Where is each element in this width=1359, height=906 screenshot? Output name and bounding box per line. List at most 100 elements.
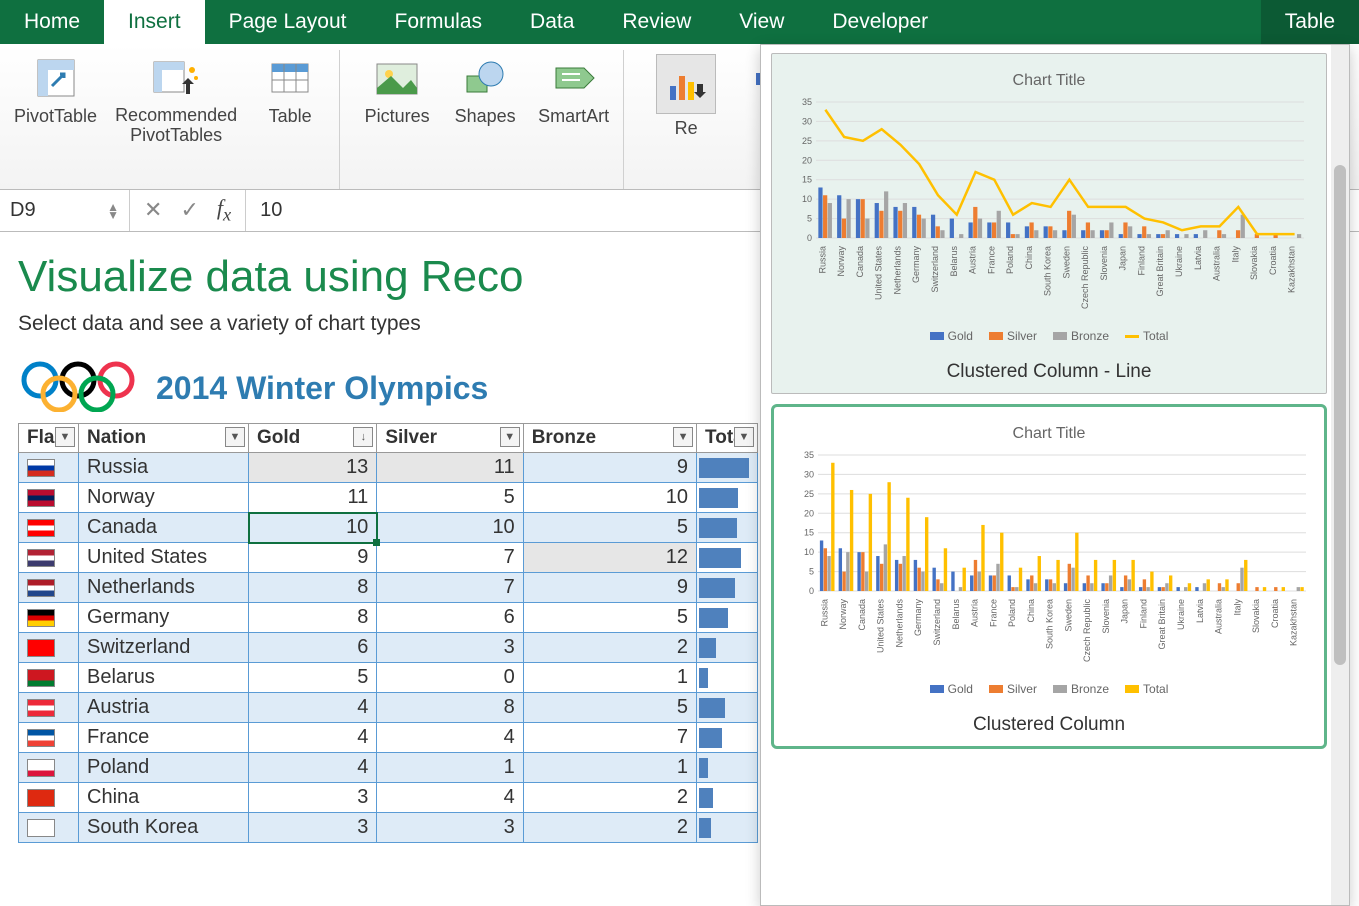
silver-cell[interactable]: 7 — [377, 573, 523, 603]
fx-icon[interactable]: fx — [217, 195, 231, 225]
gold-cell[interactable]: 6 — [249, 633, 377, 663]
silver-cell[interactable]: 3 — [377, 813, 523, 843]
gold-cell[interactable]: 4 — [249, 753, 377, 783]
shapes-button[interactable]: Shapes — [450, 54, 520, 185]
col-header-silver[interactable]: Silver▼ — [377, 424, 523, 453]
silver-cell[interactable]: 4 — [377, 723, 523, 753]
bronze-cell[interactable]: 1 — [523, 753, 696, 783]
gold-cell[interactable]: 10 — [249, 513, 377, 543]
filter-icon[interactable]: ▼ — [500, 427, 520, 447]
table-row[interactable]: Russia13119 — [19, 453, 758, 483]
table-row[interactable]: Belarus501 — [19, 663, 758, 693]
total-bar-cell — [697, 633, 758, 663]
flag-cell — [19, 693, 79, 723]
bronze-cell[interactable]: 2 — [523, 783, 696, 813]
tab-insert[interactable]: Insert — [104, 0, 205, 44]
tab-developer[interactable]: Developer — [808, 0, 952, 44]
tab-home[interactable]: Home — [0, 0, 104, 44]
table-row[interactable]: Poland411 — [19, 753, 758, 783]
silver-cell[interactable]: 6 — [377, 603, 523, 633]
gold-cell[interactable]: 4 — [249, 723, 377, 753]
table-row[interactable]: United States9712 — [19, 543, 758, 573]
recommended-pivottables-button[interactable]: Recommended PivotTables — [115, 54, 237, 185]
svg-text:5: 5 — [807, 214, 812, 224]
nation-cell: Norway — [79, 483, 249, 513]
smartart-button[interactable]: SmartArt — [538, 54, 609, 185]
gold-cell[interactable]: 11 — [249, 483, 377, 513]
filter-icon[interactable]: ▼ — [673, 427, 693, 447]
gold-cell[interactable]: 8 — [249, 603, 377, 633]
pivottable-button[interactable]: PivotTable — [14, 54, 97, 185]
col-header-bronze[interactable]: Bronze▼ — [523, 424, 696, 453]
formula-value[interactable]: 10 — [245, 190, 282, 231]
name-box[interactable]: D9 ▲▼ — [0, 190, 130, 231]
tab-page-layout[interactable]: Page Layout — [205, 0, 371, 44]
svg-text:Austria: Austria — [968, 246, 978, 274]
bronze-cell[interactable]: 2 — [523, 633, 696, 663]
filter-icon[interactable]: ▼ — [225, 427, 245, 447]
bronze-cell[interactable]: 12 — [523, 543, 696, 573]
col-header-total[interactable]: Total▼ — [697, 424, 758, 453]
cancel-icon[interactable]: ✕ — [144, 197, 162, 223]
tab-table[interactable]: Table — [1261, 0, 1359, 44]
total-bar-cell — [697, 573, 758, 603]
silver-cell[interactable]: 5 — [377, 483, 523, 513]
table-button[interactable]: Table — [255, 54, 325, 185]
gold-cell[interactable]: 3 — [249, 783, 377, 813]
silver-cell[interactable]: 7 — [377, 543, 523, 573]
gold-cell[interactable]: 5 — [249, 663, 377, 693]
namebox-stepper[interactable]: ▲▼ — [107, 203, 119, 219]
bronze-cell[interactable]: 9 — [523, 453, 696, 483]
bronze-cell[interactable]: 5 — [523, 603, 696, 633]
bronze-cell[interactable]: 5 — [523, 513, 696, 543]
recommended-charts-button[interactable]: Re — [646, 54, 726, 185]
svg-text:0: 0 — [807, 233, 812, 243]
col-header-gold[interactable]: Gold↓ — [249, 424, 377, 453]
svg-text:France: France — [986, 246, 996, 274]
bronze-cell[interactable]: 2 — [523, 813, 696, 843]
table-row[interactable]: China342 — [19, 783, 758, 813]
bronze-cell[interactable]: 5 — [523, 693, 696, 723]
table-row[interactable]: South Korea332 — [19, 813, 758, 843]
bronze-cell[interactable]: 10 — [523, 483, 696, 513]
silver-cell[interactable]: 1 — [377, 753, 523, 783]
confirm-icon[interactable]: ✓ — [180, 197, 198, 223]
silver-cell[interactable]: 11 — [377, 453, 523, 483]
silver-cell[interactable]: 8 — [377, 693, 523, 723]
tab-view[interactable]: View — [715, 0, 808, 44]
reco-chart-col-line[interactable]: Chart Title 05101520253035RussiaNorwayCa… — [771, 53, 1327, 394]
silver-cell[interactable]: 3 — [377, 633, 523, 663]
col-header-flag[interactable]: Flag▼ — [19, 424, 79, 453]
table-row[interactable]: Canada10105 — [19, 513, 758, 543]
filter-icon[interactable]: ▼ — [55, 427, 75, 447]
gold-cell[interactable]: 4 — [249, 693, 377, 723]
gold-cell[interactable]: 8 — [249, 573, 377, 603]
ribbon-tabs: Home Insert Page Layout Formulas Data Re… — [0, 0, 1359, 44]
panel-scrollbar[interactable] — [1331, 45, 1349, 905]
filter-icon[interactable]: ↓ — [353, 427, 373, 447]
table-row[interactable]: France447 — [19, 723, 758, 753]
bronze-cell[interactable]: 7 — [523, 723, 696, 753]
silver-cell[interactable]: 10 — [377, 513, 523, 543]
tab-data[interactable]: Data — [506, 0, 598, 44]
table-row[interactable]: Netherlands879 — [19, 573, 758, 603]
bronze-cell[interactable]: 1 — [523, 663, 696, 693]
silver-cell[interactable]: 0 — [377, 663, 523, 693]
tab-review[interactable]: Review — [598, 0, 715, 44]
table-row[interactable]: Germany865 — [19, 603, 758, 633]
svg-text:Japan: Japan — [1118, 246, 1128, 271]
filter-icon[interactable]: ▼ — [734, 427, 754, 447]
col-header-nation[interactable]: Nation▼ — [79, 424, 249, 453]
svg-text:Germany: Germany — [913, 599, 923, 637]
gold-cell[interactable]: 13 — [249, 453, 377, 483]
gold-cell[interactable]: 3 — [249, 813, 377, 843]
bronze-cell[interactable]: 9 — [523, 573, 696, 603]
table-row[interactable]: Austria485 — [19, 693, 758, 723]
table-row[interactable]: Norway11510 — [19, 483, 758, 513]
silver-cell[interactable]: 4 — [377, 783, 523, 813]
tab-formulas[interactable]: Formulas — [371, 0, 507, 44]
reco-chart-clustered-column[interactable]: Chart Title 05101520253035RussiaNorwayCa… — [771, 404, 1327, 749]
pictures-button[interactable]: Pictures — [362, 54, 432, 185]
gold-cell[interactable]: 9 — [249, 543, 377, 573]
table-row[interactable]: Switzerland632 — [19, 633, 758, 663]
